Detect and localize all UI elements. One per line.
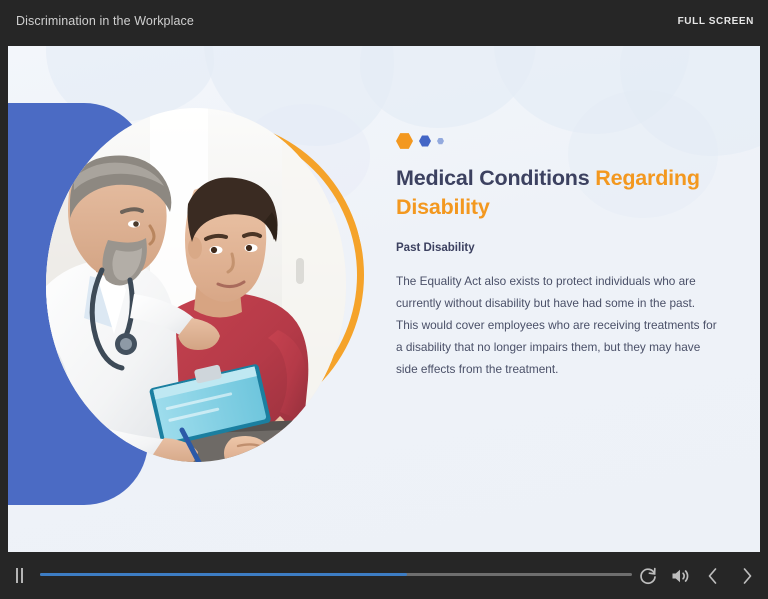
pause-bar-right bbox=[21, 568, 23, 583]
hexagon-orange-icon bbox=[396, 133, 413, 149]
replay-button[interactable] bbox=[636, 564, 660, 588]
course-title: Discrimination in the Workplace bbox=[16, 14, 194, 28]
fullscreen-button[interactable]: FULL SCREEN bbox=[678, 16, 754, 27]
progress-bar[interactable] bbox=[40, 573, 632, 576]
next-slide-button[interactable] bbox=[735, 564, 759, 588]
slide-body-text: The Equality Act also exists to protect … bbox=[396, 274, 717, 376]
volume-icon bbox=[672, 569, 689, 583]
slide-text-column: Medical Conditions Regarding Disability … bbox=[396, 132, 726, 381]
chevron-right-icon bbox=[743, 568, 752, 584]
player-topbar: Discrimination in the Workplace FULL SCR… bbox=[0, 0, 768, 46]
hexagon-decoration-row bbox=[396, 132, 726, 150]
pause-button[interactable] bbox=[13, 568, 27, 583]
slide-stage: Medical Conditions Regarding Disability … bbox=[8, 46, 760, 552]
hexagon-blue-icon bbox=[419, 135, 431, 147]
volume-button[interactable] bbox=[668, 564, 692, 588]
slide-heading-main: Medical Conditions bbox=[396, 166, 596, 190]
replay-icon bbox=[640, 567, 656, 585]
slide-heading: Medical Conditions Regarding Disability bbox=[396, 164, 726, 222]
slide-photo bbox=[46, 108, 346, 462]
chevron-left-icon bbox=[708, 568, 717, 584]
progress-bar-fill bbox=[40, 573, 408, 576]
slide-subheading: Past Disability bbox=[396, 242, 475, 255]
course-player: Discrimination in the Workplace FULL SCR… bbox=[0, 0, 768, 599]
previous-slide-button[interactable] bbox=[701, 564, 725, 588]
hexagon-light-blue-icon bbox=[437, 137, 444, 145]
pause-bar-left bbox=[16, 568, 18, 583]
player-controls bbox=[0, 552, 768, 599]
